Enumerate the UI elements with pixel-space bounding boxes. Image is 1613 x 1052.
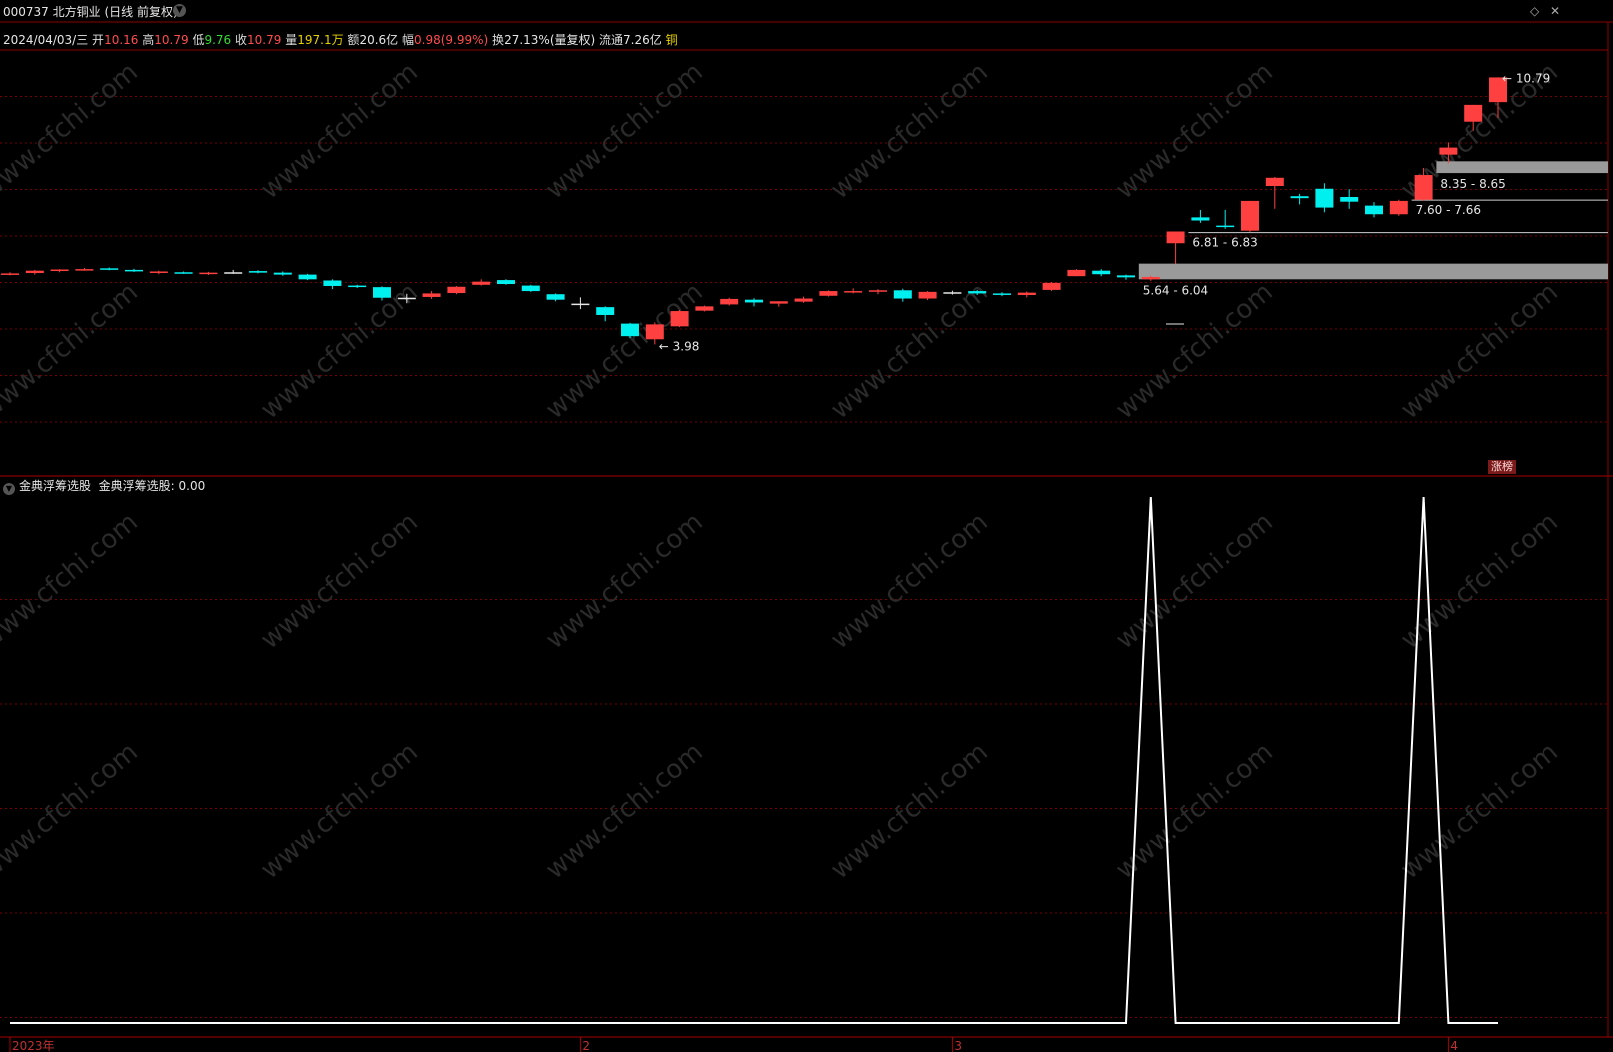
- watermark-text: www.cfchi.com: [825, 507, 994, 655]
- candle-body: [993, 293, 1011, 295]
- candle-body: [249, 271, 267, 273]
- candle-body: [1042, 282, 1061, 290]
- candle-body: [1464, 104, 1483, 122]
- candle-body: [100, 268, 119, 270]
- watermark-text: www.cfchi.com: [0, 57, 144, 205]
- candle-body: [397, 297, 416, 300]
- candle-body: [125, 269, 143, 272]
- candle-body: [149, 271, 168, 273]
- extreme-price-label: ← 10.79: [1502, 71, 1550, 85]
- candle-body: [199, 272, 218, 275]
- band-label: 5.64 - 6.04: [1143, 283, 1208, 297]
- watermark-text: www.cfchi.com: [255, 277, 424, 425]
- candle-body: [75, 269, 94, 271]
- candle-body: [1315, 188, 1334, 208]
- watermark-text: www.cfchi.com: [1110, 507, 1279, 655]
- watermark-text: www.cfchi.com: [255, 737, 424, 885]
- extreme-price-label: ← 3.98: [659, 339, 700, 353]
- watermark-text: www.cfchi.com: [0, 737, 144, 885]
- candle-body: [918, 291, 937, 299]
- candle-body: [893, 290, 912, 299]
- candle-body: [1067, 269, 1086, 277]
- candle-body: [546, 294, 565, 300]
- watermark-text: www.cfchi.com: [0, 277, 144, 425]
- candle-body: [1340, 196, 1359, 202]
- candle-body: [943, 292, 962, 294]
- watermark-text: www.cfchi.com: [825, 737, 994, 885]
- candle-body: [670, 311, 689, 327]
- candle-body: [695, 306, 714, 311]
- candle-body: [1290, 196, 1309, 199]
- candle-body: [422, 293, 441, 297]
- candle-body: [1191, 217, 1210, 221]
- watermark-text: www.cfchi.com: [540, 57, 709, 205]
- rank-badge[interactable]: 涨榜: [1488, 460, 1516, 474]
- watermark-text: www.cfchi.com: [1110, 277, 1279, 425]
- candle-body: [273, 272, 292, 275]
- candle-body: [174, 272, 193, 274]
- watermark-text: www.cfchi.com: [1395, 277, 1564, 425]
- watermark-text: www.cfchi.com: [825, 57, 994, 205]
- candle-body: [25, 270, 44, 274]
- candle-body: [373, 287, 391, 298]
- chip-band: [1138, 263, 1608, 280]
- candle-body: [1389, 200, 1408, 215]
- candle-body: [794, 298, 813, 302]
- band-label: 8.35 - 8.65: [1440, 177, 1505, 191]
- candle-body: [1241, 200, 1259, 231]
- candle-body: [497, 280, 515, 285]
- candle-body: [1216, 225, 1235, 228]
- candle-body: [844, 291, 863, 293]
- xaxis-label: 4: [1450, 1039, 1458, 1052]
- xaxis-label: 2: [582, 1039, 590, 1052]
- watermark-text: www.cfchi.com: [1395, 737, 1564, 885]
- candle-body: [621, 323, 639, 337]
- band-label: 7.60 - 7.66: [1416, 203, 1481, 217]
- candle-body: [447, 286, 466, 294]
- candle-body: [571, 303, 590, 306]
- candle-body: [869, 290, 887, 292]
- candle-body: [224, 272, 243, 274]
- watermark-text: www.cfchi.com: [540, 507, 709, 655]
- watermark-text: www.cfchi.com: [540, 737, 709, 885]
- indicator-title: ▼ 金典浮筹选股 金典浮筹选股: 0.00: [3, 477, 205, 495]
- candle-body: [1265, 177, 1284, 187]
- candle-body: [1365, 205, 1383, 215]
- candle-body: [1, 273, 19, 275]
- candle-body: [720, 298, 739, 305]
- candle-body: [472, 281, 491, 285]
- watermark-text: www.cfchi.com: [825, 277, 994, 425]
- kline-chart-area[interactable]: www.cfchi.com www.cfchi.com www.cfchi.com w…: [0, 0, 1613, 1052]
- candle-body: [50, 269, 69, 272]
- watermark-text: www.cfchi.com: [255, 507, 424, 655]
- watermark-text: www.cfchi.com: [1110, 57, 1279, 205]
- xaxis-label: 2023年: [12, 1039, 55, 1052]
- candle-body: [596, 307, 615, 315]
- candle-body: [769, 301, 788, 304]
- candle-body: [298, 274, 317, 280]
- candle-body: [1166, 231, 1185, 244]
- indicator-name: 金典浮筹选股: [19, 479, 92, 493]
- band-label: 6.81 - 6.83: [1192, 236, 1257, 250]
- candle-body: [1017, 292, 1036, 295]
- candle-body: [348, 285, 367, 288]
- xaxis-label: 3: [954, 1039, 962, 1052]
- candle-body: [745, 299, 763, 303]
- candle-body: [968, 291, 987, 294]
- indicator-value: 金典浮筹选股: 0.00: [98, 479, 206, 493]
- candle-body: [1141, 276, 1160, 280]
- candle-body: [521, 285, 540, 292]
- chevron-down-icon[interactable]: ▼: [3, 483, 15, 495]
- candle-body: [323, 280, 342, 286]
- candle-body: [1439, 147, 1458, 155]
- candle-body: [645, 324, 664, 340]
- candle-body: [1092, 270, 1111, 275]
- chip-band: [1436, 161, 1608, 174]
- watermark-text: www.cfchi.com: [0, 507, 144, 655]
- candle-body: [1117, 275, 1135, 278]
- candle-body: [1414, 175, 1433, 200]
- watermark-text: www.cfchi.com: [255, 57, 424, 205]
- candle-body: [819, 291, 838, 296]
